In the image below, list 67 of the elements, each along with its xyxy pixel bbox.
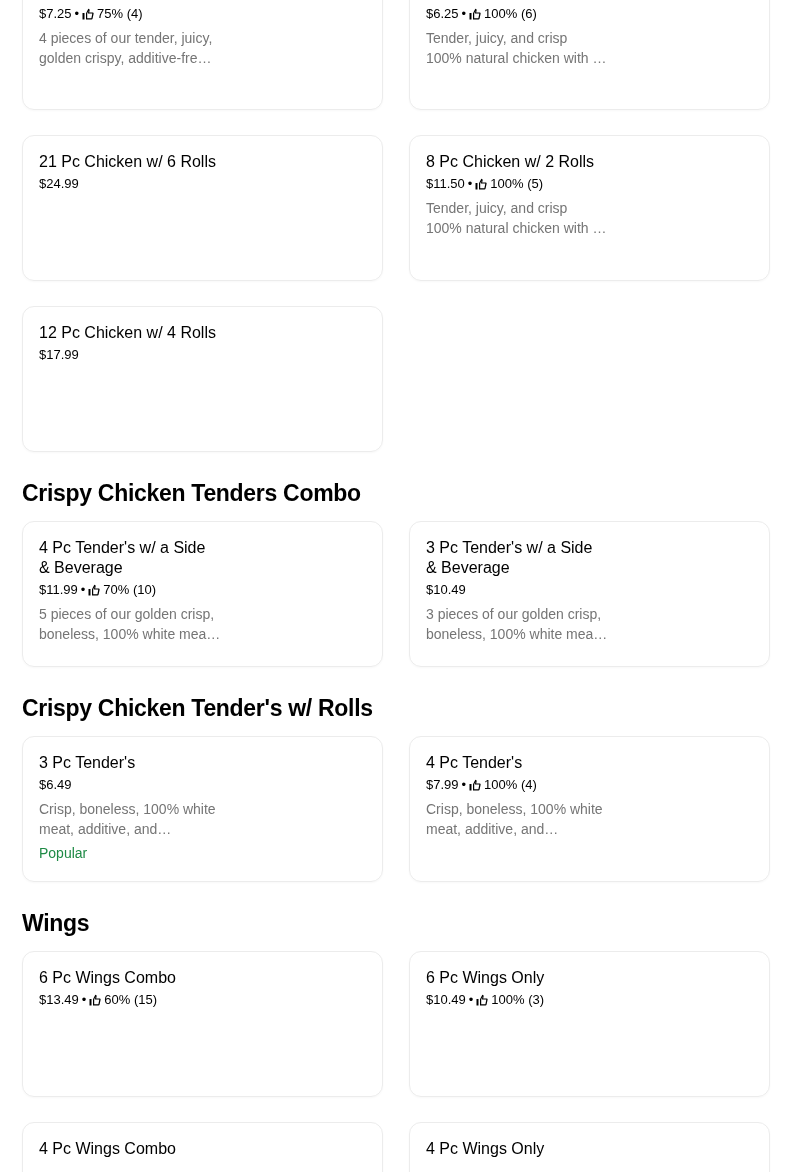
- menu-item-card[interactable]: 6 Pc Wings Only $10.49 • 100% (3): [409, 951, 770, 1097]
- item-title: 12 Pc Chicken w/ 4 Rolls: [39, 323, 217, 343]
- thumbs-up-icon: [469, 779, 482, 791]
- menu-item-card[interactable]: 4 Pc Wings Combo: [22, 1122, 383, 1172]
- item-description: Tender, juicy, and crisp 100% natural chicken with …: [426, 29, 608, 68]
- item-title: 6 Pc Wings Only: [426, 968, 546, 988]
- rating: 100% (6): [484, 5, 537, 23]
- price: $17.99: [39, 346, 79, 364]
- separator-dot: •: [74, 5, 80, 23]
- menu-item-card[interactable]: 4 Pc Tender's $7.99 • 100% (4) Crisp, boneless, 100% white meat, additive, and…: [409, 736, 770, 882]
- section-heading: Crispy Chicken Tenders Combo: [22, 479, 362, 508]
- menu-item-card[interactable]: 4 Pc Tender's w/ a Side & Beverage $11.99 • 70% (10) 5 pieces of our golden crisp, boneless, 100% white mea…: [22, 521, 383, 667]
- price: $10.49: [426, 581, 466, 599]
- thumbs-up-icon: [469, 8, 482, 20]
- menu-item-card[interactable]: $6.25 • 100% (6) Tender, juicy, and crisp 100% natural chicken with …: [409, 0, 770, 110]
- price: $24.99: [39, 175, 79, 193]
- rating: 70% (10): [103, 581, 157, 599]
- menu-item-card[interactable]: 3 Pc Tender's $6.49 Crisp, boneless, 100% white meat, additive, and… Popular: [22, 736, 383, 882]
- separator-dot: •: [461, 776, 467, 794]
- item-title: 8 Pc Chicken w/ 2 Rolls: [426, 152, 596, 172]
- separator-dot: •: [81, 991, 87, 1009]
- price: $10.49: [426, 991, 466, 1009]
- rating: 75% (4): [97, 5, 143, 23]
- item-title: 3 Pc Tender's w/ a Side & Beverage: [426, 538, 594, 578]
- price: $11.99: [39, 581, 78, 599]
- menu-item-card[interactable]: 6 Pc Wings Combo $13.49 • 60% (15): [22, 951, 383, 1097]
- menu-item-card[interactable]: 12 Pc Chicken w/ 4 Rolls $17.99: [22, 306, 383, 452]
- separator-dot: •: [468, 991, 474, 1009]
- thumbs-up-icon: [476, 994, 489, 1006]
- separator-dot: •: [80, 581, 86, 599]
- menu-item-card[interactable]: 4 Pc Wings Only: [409, 1122, 770, 1172]
- rating: 100% (3): [491, 991, 545, 1009]
- rating: 100% (5): [490, 175, 544, 193]
- item-description: 3 pieces of our golden crisp, boneless, 100% white mea…: [426, 605, 609, 644]
- popular-label: Popular: [39, 844, 89, 863]
- price: $7.25: [39, 5, 72, 23]
- thumbs-up-icon: [475, 178, 488, 190]
- price: $6.25: [426, 5, 459, 23]
- price: $7.99: [426, 776, 459, 794]
- menu-item-card[interactable]: 21 Pc Chicken w/ 6 Rolls $24.99: [22, 135, 383, 281]
- rating: 60% (15): [104, 991, 158, 1009]
- item-title: 3 Pc Tender's: [39, 753, 137, 773]
- item-description: Tender, juicy, and crisp 100% natural chicken with …: [426, 199, 608, 238]
- item-title: 6 Pc Wings Combo: [39, 968, 177, 988]
- thumbs-up-icon: [82, 8, 95, 20]
- item-description: Crisp, boneless, 100% white meat, additive, and…: [39, 800, 217, 839]
- menu-item-card[interactable]: $7.25 • 75% (4) 4 pieces of our tender, juicy, golden crispy, additive-fre…: [22, 0, 383, 110]
- item-title: 4 Pc Wings Only: [426, 1139, 546, 1159]
- separator-dot: •: [467, 175, 473, 193]
- item-description: Crisp, boneless, 100% white meat, additive, and…: [426, 800, 604, 839]
- item-title: 4 Pc Wings Combo: [39, 1139, 177, 1159]
- price: $13.49: [39, 991, 79, 1009]
- price: $6.49: [39, 776, 72, 794]
- item-description: 4 pieces of our tender, juicy, golden crispy, additive-fre…: [39, 29, 214, 68]
- item-title: 21 Pc Chicken w/ 6 Rolls: [39, 152, 217, 172]
- thumbs-up-icon: [88, 584, 101, 596]
- menu-item-card[interactable]: 3 Pc Tender's w/ a Side & Beverage $10.49 3 pieces of our golden crisp, boneless, 100% white mea…: [409, 521, 770, 667]
- separator-dot: •: [461, 5, 467, 23]
- item-title: 4 Pc Tender's w/ a Side & Beverage: [39, 538, 207, 578]
- item-description: 5 pieces of our golden crisp, boneless, 100% white mea…: [39, 605, 222, 644]
- menu-item-card[interactable]: 8 Pc Chicken w/ 2 Rolls $11.50 • 100% (5) Tender, juicy, and crisp 100% natural chicken with …: [409, 135, 770, 281]
- thumbs-up-icon: [89, 994, 102, 1006]
- rating: 100% (4): [484, 776, 537, 794]
- price: $11.50: [426, 175, 465, 193]
- section-heading: Wings: [22, 909, 91, 938]
- item-title: 4 Pc Tender's: [426, 753, 524, 773]
- section-heading: Crispy Chicken Tender's w/ Rolls: [22, 694, 374, 723]
